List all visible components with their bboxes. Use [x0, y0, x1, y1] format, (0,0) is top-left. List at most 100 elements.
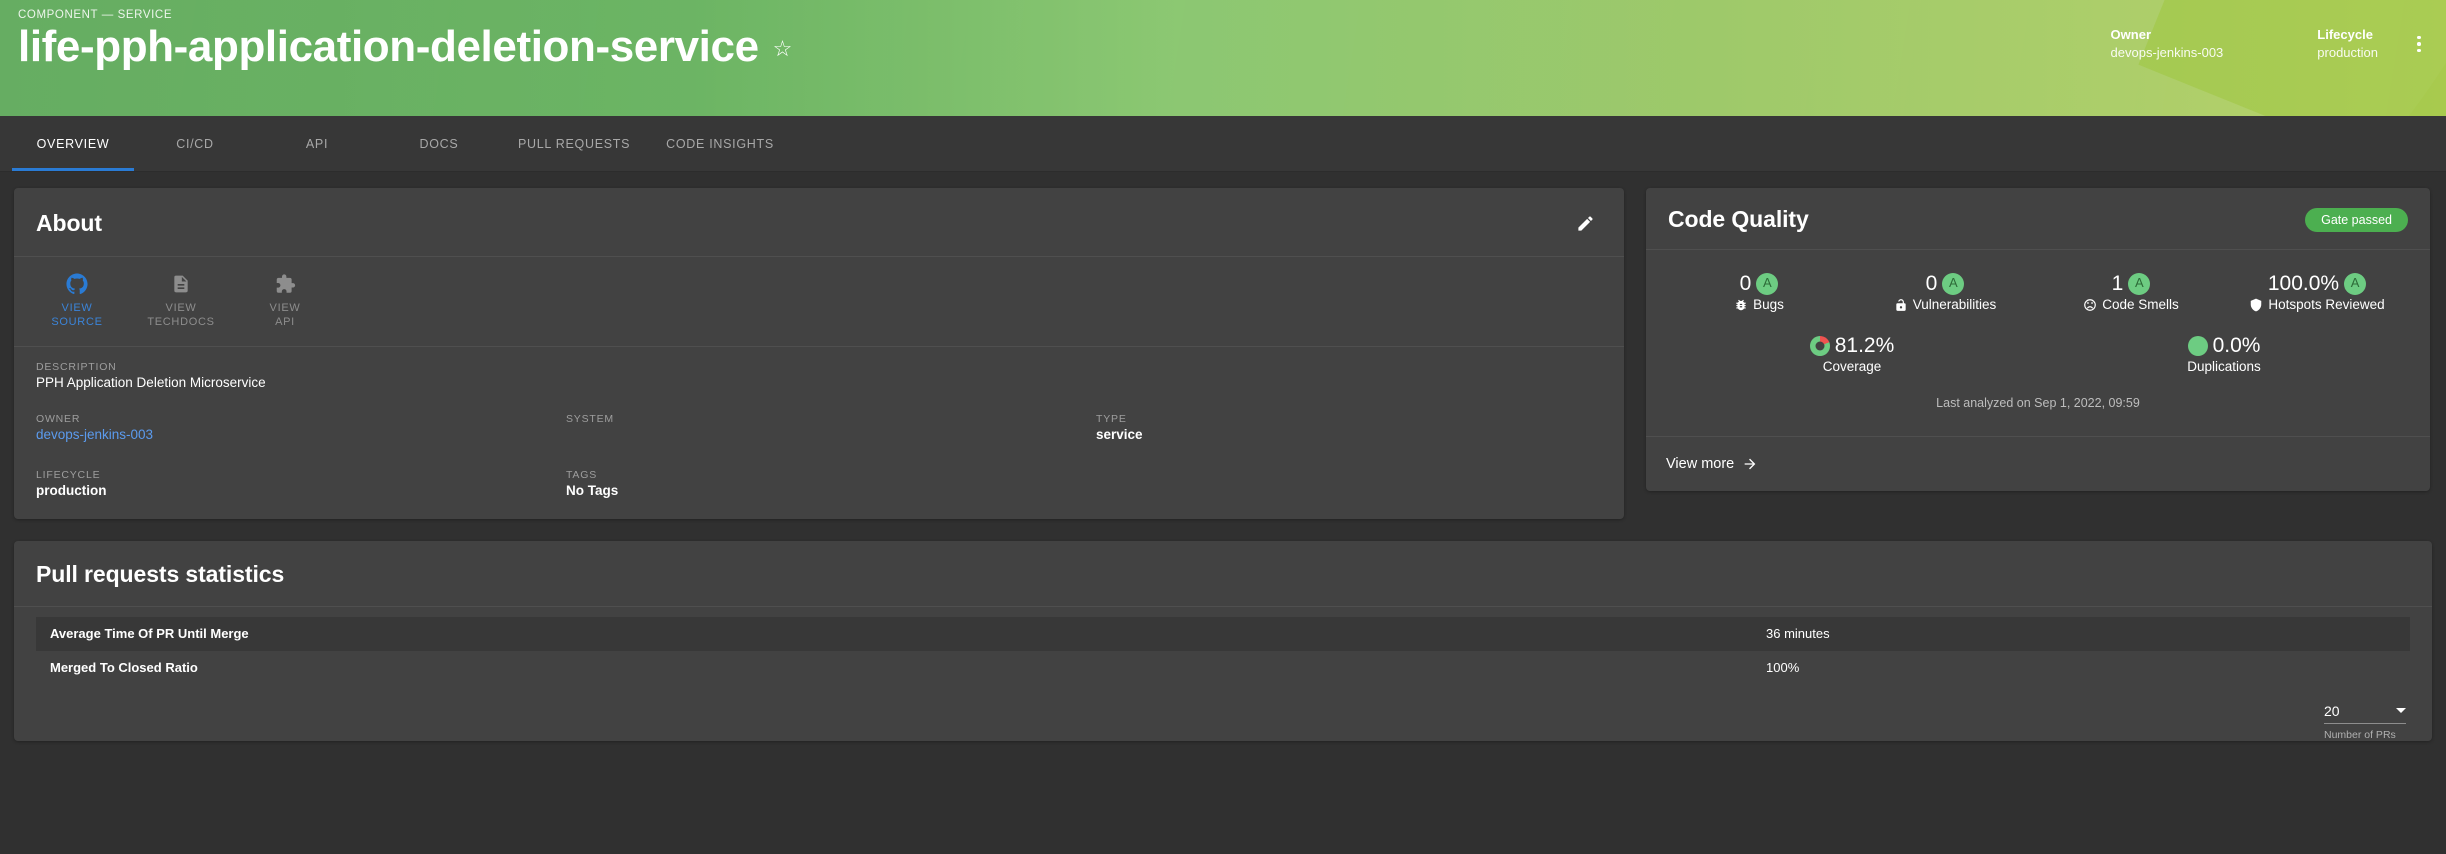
about-system-label: SYSTEM — [566, 412, 614, 425]
tab-pull-requests-label: PULL REQUESTS — [518, 136, 631, 151]
about-card-header: About — [14, 188, 1624, 257]
pull-requests-controls: 20 Number of PRs — [14, 685, 2432, 741]
view-more-button[interactable]: View more — [1666, 456, 1758, 472]
about-type-value: service — [1096, 426, 1143, 442]
about-field-type: TYPE service — [1096, 413, 1602, 447]
about-field-tags: TAGS No Tags — [566, 469, 1096, 503]
tab-docs[interactable]: DOCS — [378, 116, 500, 171]
code-quality-card: Code Quality Gate passed 0 A Bugs 0 A Vu… — [1646, 188, 2430, 492]
about-field-description: DESCRIPTION PPH Application Deletion Mic… — [36, 361, 1602, 395]
metric-bugs[interactable]: 0 A Bugs — [1666, 272, 1852, 312]
tab-code-insights[interactable]: CODE INSIGHTS — [648, 116, 792, 171]
header-meta-lifecycle-value: production — [2317, 44, 2378, 60]
header-meta-owner-value: devops-jenkins-003 — [2110, 44, 2224, 60]
about-card: About VIEW SOURCE VIEW TECHDOCS VIEW API… — [14, 188, 1624, 519]
header-meta-owner: Owner devops-jenkins-003 — [2111, 26, 2224, 61]
header-metadata: Owner devops-jenkins-003 Lifecycle produ… — [2111, 26, 2378, 61]
page-header: COMPONENT — SERVICE life-pph-application… — [0, 0, 2446, 116]
puzzle-piece-icon — [275, 271, 296, 297]
about-owner-label: OWNER — [36, 412, 81, 425]
metric-coverage[interactable]: 81.2% Coverage — [1666, 334, 2038, 374]
metric-code-smells-caption: Code Smells — [2102, 297, 2179, 313]
code-quality-metrics-row-1: 0 A Bugs 0 A Vulnerabilities 1 A Code Sm… — [1666, 272, 2410, 312]
table-row[interactable]: Merged To Closed Ratio 100% — [36, 651, 2410, 685]
table-row[interactable]: Average Time Of PR Until Merge 36 minute… — [36, 616, 2410, 651]
document-icon — [171, 271, 191, 297]
number-of-prs-select[interactable]: 20 — [2324, 703, 2406, 724]
metric-vulnerabilities-rating: A — [1942, 272, 1965, 295]
pull-requests-title: Pull requests statistics — [36, 560, 285, 587]
bug-icon — [1736, 299, 1746, 310]
last-analyzed-text: Last analyzed on Sep 1, 2022, 09:59 — [1936, 396, 2140, 411]
view-source-label: VIEW SOURCE — [51, 302, 103, 328]
about-description-label: DESCRIPTION — [36, 360, 117, 373]
tab-api-label: API — [305, 136, 329, 151]
metric-vulnerabilities[interactable]: 0 A Vulnerabilities — [1852, 272, 2038, 312]
metric-bugs-caption: Bugs — [1753, 297, 1784, 313]
metric-code-smells-value: 1 — [2111, 272, 2124, 295]
metric-vulnerabilities-value: 0 — [1925, 272, 1938, 295]
view-api-label: VIEW API — [269, 302, 301, 328]
header-meta-owner-label: Owner — [2110, 27, 2152, 42]
about-fields-grid: OWNER devops-jenkins-003 SYSTEM TYPE ser… — [36, 413, 1602, 503]
pencil-icon — [1577, 215, 1593, 231]
about-tags-label: TAGS — [566, 468, 598, 481]
metric-hotspots-reviewed[interactable]: 100.0% A Hotspots Reviewed — [2224, 272, 2410, 312]
view-api-link[interactable]: VIEW API — [244, 271, 326, 330]
number-of-prs-select-wrap: 20 Number of PRs — [2324, 703, 2406, 741]
shield-icon — [2251, 298, 2262, 312]
code-quality-metrics-row-2: 81.2% Coverage 0.0% Duplications — [1666, 334, 2410, 374]
arrow-right-icon — [1744, 458, 1756, 470]
metric-code-smells[interactable]: 1 A Code Smells — [2038, 272, 2224, 312]
star-outline-icon[interactable]: ☆ — [773, 37, 793, 60]
about-field-owner: OWNER devops-jenkins-003 — [36, 413, 566, 447]
pr-stat-name: Average Time Of PR Until Merge — [50, 626, 249, 641]
pr-stat-name: Merged To Closed Ratio — [50, 660, 198, 675]
pr-stat-value: 100% — [1766, 660, 1800, 675]
view-more-label: View more — [1666, 456, 1735, 473]
metric-coverage-value: 81.2% — [1834, 334, 1895, 358]
header-meta-lifecycle-label: Lifecycle — [2317, 27, 2373, 42]
metric-hotspots-caption: Hotspots Reviewed — [2268, 297, 2385, 313]
number-of-prs-help-label: Number of PRs — [2324, 728, 2396, 741]
more-options-icon[interactable] — [2408, 32, 2430, 56]
pull-requests-statistics-card: Pull requests statistics Average Time Of… — [14, 540, 2432, 741]
tab-code-insights-label: CODE INSIGHTS — [666, 136, 774, 151]
pr-stat-value: 36 minutes — [1766, 626, 1830, 641]
metric-duplications[interactable]: 0.0% Duplications — [2038, 334, 2410, 374]
metric-coverage-caption: Coverage — [1822, 359, 1882, 375]
about-owner-value[interactable]: devops-jenkins-003 — [36, 427, 566, 442]
about-body: DESCRIPTION PPH Application Deletion Mic… — [14, 347, 1624, 519]
frowning-face-icon — [2084, 298, 2097, 311]
code-quality-title: Code Quality — [1668, 206, 1809, 232]
about-lifecycle-label: LIFECYCLE — [36, 468, 101, 481]
view-techdocs-label: VIEW TECHDOCS — [147, 302, 215, 328]
header-meta-lifecycle: Lifecycle production — [2317, 26, 2378, 61]
about-description-value: PPH Application Deletion Microservice — [36, 374, 266, 390]
duplications-dot-icon — [2187, 335, 2208, 356]
about-tags-value: No Tags — [566, 482, 619, 498]
about-field-empty — [1096, 469, 1602, 503]
tab-pull-requests[interactable]: PULL REQUESTS — [500, 116, 648, 171]
tab-cicd-label: CI/CD — [176, 136, 214, 151]
tab-cicd[interactable]: CI/CD — [134, 116, 256, 171]
metric-hotspots-value: 100.0% — [2267, 272, 2340, 295]
about-lifecycle-value: production — [36, 482, 107, 498]
pull-requests-table: Average Time Of PR Until Merge 36 minute… — [14, 607, 2432, 685]
metric-duplications-value: 0.0% — [2212, 334, 2261, 358]
metric-duplications-caption: Duplications — [2187, 359, 2261, 375]
gate-status-badge[interactable]: Gate passed — [2305, 207, 2408, 232]
chevron-down-icon — [2396, 708, 2406, 713]
tab-api[interactable]: API — [256, 116, 378, 171]
about-field-system: SYSTEM — [566, 413, 1096, 447]
lock-icon — [1896, 298, 1906, 311]
edit-about-button[interactable] — [1568, 206, 1602, 240]
code-quality-card-header: Code Quality Gate passed — [1646, 188, 2430, 250]
metric-code-smells-rating: A — [2128, 272, 2151, 295]
view-source-link[interactable]: VIEW SOURCE — [36, 271, 118, 330]
tab-overview-label: OVERVIEW — [36, 136, 110, 151]
view-techdocs-link[interactable]: VIEW TECHDOCS — [140, 271, 222, 330]
tab-overview[interactable]: OVERVIEW — [12, 116, 134, 171]
about-field-lifecycle: LIFECYCLE production — [36, 469, 566, 503]
pull-requests-card-header: Pull requests statistics — [14, 541, 2432, 607]
